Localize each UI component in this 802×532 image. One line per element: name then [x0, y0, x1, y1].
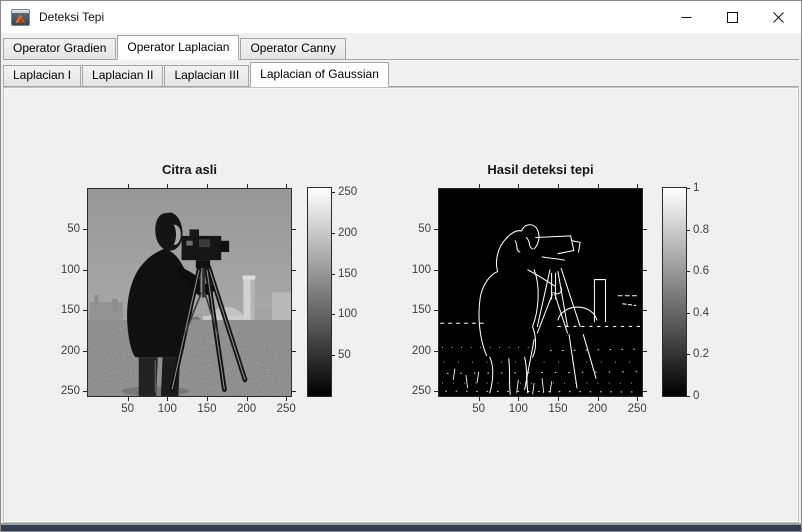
right-figure-title: Hasil deteksi tepi: [439, 162, 642, 177]
subtab-laplacian-i[interactable]: Laplacian I: [3, 65, 81, 86]
tab-operator-gradien[interactable]: Operator Gradien: [3, 38, 116, 59]
edge-result-axes: [438, 188, 643, 397]
close-icon: [773, 12, 784, 23]
window-titlebar: Deteksi Tepi: [1, 1, 801, 33]
original-image-colorbar: [307, 187, 332, 397]
close-button[interactable]: [755, 1, 801, 33]
subtab-laplacian-ii[interactable]: Laplacian II: [82, 65, 163, 86]
maximize-icon: [727, 12, 738, 23]
tab-operator-canny[interactable]: Operator Canny: [240, 38, 345, 59]
subtab-laplacian-of-gaussian[interactable]: Laplacian of Gaussian: [250, 62, 389, 87]
edge-result-colorbar: [662, 187, 687, 397]
app-window: Deteksi Tepi Operator GradienOperator La…: [0, 0, 802, 532]
maximize-button[interactable]: [709, 1, 755, 33]
original-image-axes: [87, 188, 292, 397]
minimize-icon: [681, 12, 692, 23]
window-title: Deteksi Tepi: [39, 10, 104, 24]
operator-tab-bar: Operator GradienOperator LaplacianOperat…: [3, 35, 799, 60]
matlab-app-icon: [11, 9, 30, 26]
edge-detection-image: [439, 189, 642, 396]
tab-operator-laplacian[interactable]: Operator Laplacian: [117, 35, 239, 60]
left-figure-title: Citra asli: [88, 162, 291, 177]
cameraman-image: [88, 189, 291, 396]
window-controls: [663, 1, 801, 33]
window-bottom-edge: [1, 525, 801, 531]
subtab-laplacian-iii[interactable]: Laplacian III: [164, 65, 249, 86]
minimize-button[interactable]: [663, 1, 709, 33]
laplacian-variant-tab-bar: Laplacian ILaplacian IILaplacian IIILapl…: [3, 61, 799, 87]
